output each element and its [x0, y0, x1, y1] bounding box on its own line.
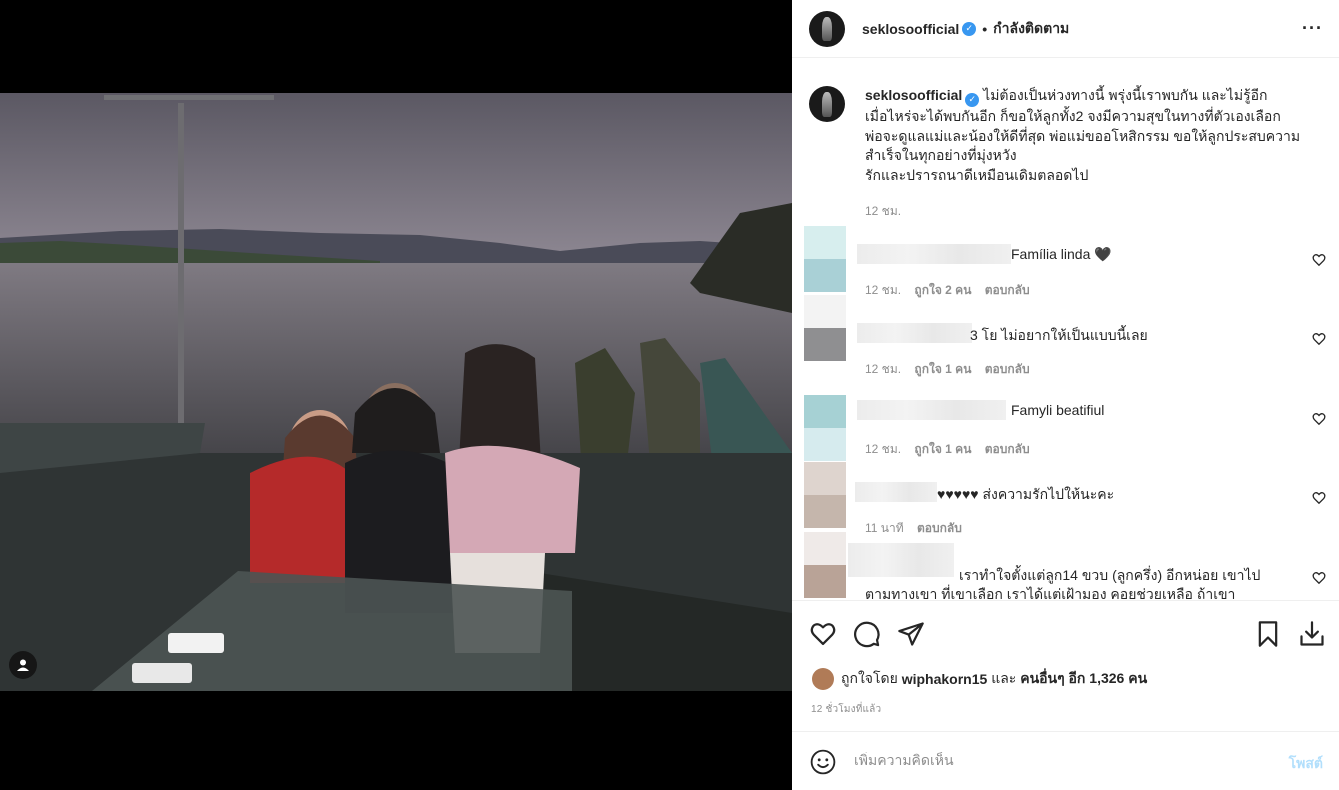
caption-time[interactable]: 12 ชม.	[865, 204, 901, 218]
comment-icon[interactable]	[853, 620, 881, 648]
comment-like-heart-icon[interactable]	[1312, 253, 1326, 267]
comment-time[interactable]: 12 ชม.	[865, 283, 901, 297]
author-username[interactable]: seklosoofficial	[862, 21, 959, 37]
comment-meta: 11 นาที ตอบกลับ	[865, 519, 972, 538]
caption-meta: 12 ชม.	[865, 202, 911, 221]
post-sidebar: seklosoofficial ✓ • กำลังติดตาม ··· sekl…	[792, 0, 1339, 790]
user-tag-icon[interactable]	[9, 651, 37, 679]
comment-likes[interactable]: ถูกใจ 1 คน	[914, 442, 971, 456]
post-actions: ถูกใจโดย wiphakorn15 และ คนอื่นๆ อีก 1,3…	[792, 600, 1339, 730]
caption-line: รักและปรารถนาดีเหมือนเดิมตลอดไป	[865, 167, 1089, 184]
post-photo[interactable]	[0, 93, 792, 691]
caption-text: seklosoofficial ✓ ไม่ต้องเป็นห่วงทางนี้ พ…	[865, 86, 1325, 186]
comments-list[interactable]: seklosoofficial ✓ ไม่ต้องเป็นห่วงทางนี้ พ…	[792, 59, 1339, 600]
caption-username[interactable]: seklosoofficial	[865, 87, 962, 103]
more-options-icon[interactable]: ···	[1302, 18, 1323, 39]
comment-time[interactable]: 12 ชม.	[865, 362, 901, 376]
likes-prefix: ถูกใจโดย	[841, 670, 898, 686]
comment-meta: 12 ชม. ถูกใจ 1 คน ตอบกลับ	[865, 360, 1040, 379]
author-avatar[interactable]	[809, 10, 845, 47]
comment-like-heart-icon[interactable]	[1312, 491, 1326, 505]
verified-badge-icon: ✓	[962, 21, 977, 36]
verified-badge-icon: ✓	[965, 92, 980, 107]
comment-composer: โพสต์	[792, 731, 1339, 790]
download-icon[interactable]	[1298, 620, 1326, 648]
comment-likes[interactable]: ถูกใจ 2 คน	[914, 283, 971, 297]
photo-scene	[0, 93, 792, 691]
comment-input[interactable]	[854, 752, 1254, 768]
caption-line: พ่อจะดูแลแม่และน้องให้ดีที่สุด พ่อแม่ขออ…	[865, 127, 1301, 144]
reply-button[interactable]: ตอบกลับ	[985, 283, 1030, 297]
blurred-username[interactable]	[855, 482, 937, 502]
post-comment-button[interactable]: โพสต์	[1289, 753, 1323, 775]
commenter-avatar[interactable]	[804, 295, 846, 361]
caption-line: ไม่ต้องเป็นห่วงทางนี้ พรุ่งนี้เราพบกัน แ…	[983, 87, 1268, 103]
comment-text: Famyli beatifiul	[1011, 402, 1105, 418]
reply-button[interactable]: ตอบกลับ	[917, 521, 962, 535]
comment-like-heart-icon[interactable]	[1312, 571, 1326, 585]
heart-icon[interactable]	[809, 620, 837, 648]
liker-avatar[interactable]	[812, 668, 834, 690]
commenter-avatar[interactable]	[804, 532, 846, 598]
bookmark-icon[interactable]	[1254, 620, 1282, 648]
commenter-avatar[interactable]	[804, 395, 846, 461]
emoji-icon[interactable]	[810, 749, 836, 775]
comment-time[interactable]: 12 ชม.	[865, 442, 901, 456]
post-timestamp[interactable]: 12 ชั่วโมงที่แล้ว	[811, 702, 881, 717]
comment-like-heart-icon[interactable]	[1312, 412, 1326, 426]
comment-text: ♥♥♥♥♥ ส่งความรักไปให้นะคะ	[937, 486, 1115, 502]
comment-likes[interactable]: ถูกใจ 1 คน	[914, 362, 971, 376]
blurred-username[interactable]	[857, 244, 1011, 264]
comment-text: Família linda 🖤	[1011, 246, 1112, 262]
following-button[interactable]: กำลังติดตาม	[993, 18, 1069, 40]
likes-others-link[interactable]: คนอื่นๆ อีก 1,326 คน	[1020, 668, 1147, 690]
comment-meta: 12 ชม. ถูกใจ 2 คน ตอบกลับ	[865, 281, 1040, 300]
liker-username[interactable]: wiphakorn15	[902, 671, 988, 687]
post-header: seklosoofficial ✓ • กำลังติดตาม ···	[792, 0, 1339, 58]
comment-like-heart-icon[interactable]	[1312, 332, 1326, 346]
author-avatar[interactable]	[809, 86, 845, 122]
likes-middle: และ	[991, 670, 1017, 686]
separator-dot: •	[982, 20, 988, 37]
likes-summary: ถูกใจโดย wiphakorn15 และ คนอื่นๆ อีก 1,3…	[812, 668, 1147, 690]
share-icon[interactable]	[897, 620, 925, 648]
post-media	[0, 0, 792, 790]
comment-time[interactable]: 11 นาที	[865, 521, 904, 535]
reply-button[interactable]: ตอบกลับ	[985, 442, 1030, 456]
caption-line: เมื่อไหร่จะได้พบกันอีก ก็ขอให้ลูกทั้ง2 จ…	[865, 107, 1281, 124]
commenter-avatar[interactable]	[804, 462, 846, 528]
comment-meta: 12 ชม. ถูกใจ 1 คน ตอบกลับ	[865, 440, 1040, 459]
comment-text: 3 โย ไม่อยากให้เป็นแบบนี้เลย	[970, 327, 1148, 343]
comment-text: ตามทางเขา ที่เขาเลือก เราได้แต่เฝ้ามอง ค…	[865, 586, 1236, 600]
blurred-username[interactable]	[857, 323, 972, 343]
reply-button[interactable]: ตอบกลับ	[985, 362, 1030, 376]
commenter-avatar[interactable]	[804, 226, 846, 292]
blurred-username[interactable]	[848, 543, 954, 577]
caption-line: สำเร็จในทุกอย่างที่มุ่งหวัง	[865, 147, 1017, 164]
blurred-username[interactable]	[857, 400, 1006, 420]
